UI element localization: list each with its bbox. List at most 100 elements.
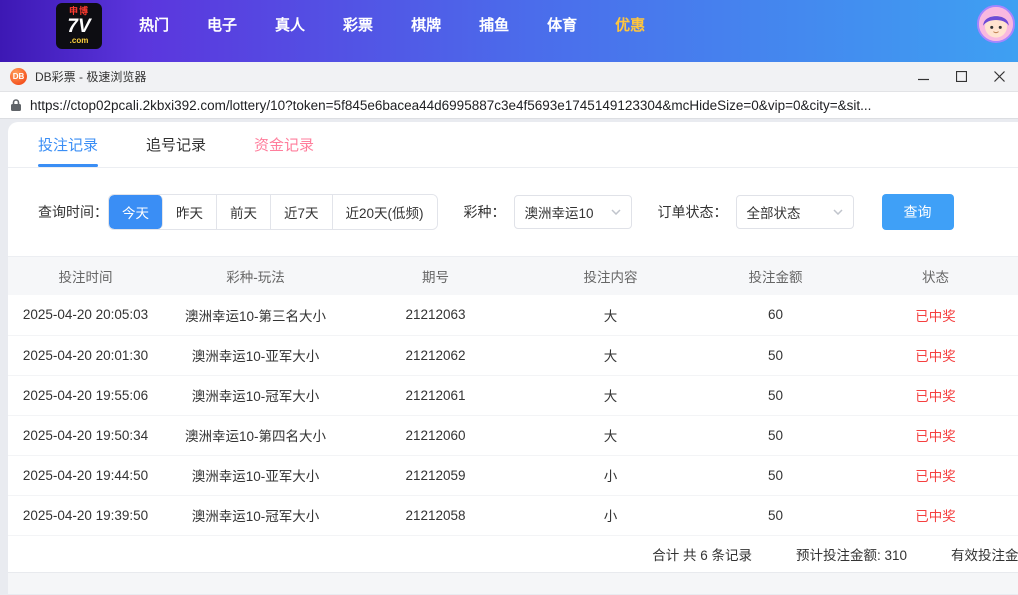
status-cell: 已中奖 — [853, 415, 1018, 456]
table-row: 2025-04-20 19:39:50 澳洲幸运10-冠军大小 21212058… — [8, 495, 1018, 536]
issue-cell: 21212062 — [348, 335, 523, 376]
search-button[interactable]: 查询 — [881, 194, 954, 230]
tab-bar: 投注记录 追号记录 资金记录 — [8, 122, 1018, 168]
tab-fund-records[interactable]: 资金记录 — [254, 122, 314, 167]
play-cell: 澳洲幸运10-冠军大小 — [163, 375, 348, 416]
content-cell: 大 — [523, 335, 698, 376]
nav-item-slots[interactable]: 电子 — [188, 14, 256, 35]
play-cell: 澳洲幸运10-第三名大小 — [163, 295, 348, 336]
lottery-select-label: 彩种： — [463, 204, 506, 220]
page-footer-strip — [8, 572, 1018, 594]
minimize-icon — [917, 78, 929, 81]
chevron-down-icon — [833, 209, 843, 215]
issue-cell: 21212063 — [348, 295, 523, 336]
logo-top-text: 申博 — [68, 6, 89, 16]
issue-cell: 21212059 — [348, 455, 523, 496]
lottery-select[interactable]: 澳洲幸运10 — [513, 195, 632, 229]
avatar-image — [979, 7, 1013, 41]
close-button[interactable] — [980, 62, 1018, 91]
logo-main-text: 7V — [67, 16, 91, 37]
status-select-value: 全部状态 — [746, 206, 801, 221]
status-cell: 已中奖 — [853, 455, 1018, 496]
top-nav: 申博 7V .com 热门 电子 真人 彩票 棋牌 捕鱼 体育 优惠 — [0, 0, 1018, 62]
header-bet-amount: 投注金额 — [698, 257, 853, 295]
table-row: 2025-04-20 19:44:50 澳洲幸运10-亚军大小 21212059… — [8, 455, 1018, 496]
site-logo[interactable]: 申博 7V .com — [56, 3, 102, 49]
time-filter-yesterday[interactable]: 昨天 — [163, 195, 217, 229]
header-bet-time: 投注时间 — [8, 257, 163, 295]
bet-time-cell: 2025-04-20 19:44:50 — [8, 455, 163, 496]
content-cell: 大 — [523, 375, 698, 416]
amount-cell: 50 — [698, 495, 853, 536]
issue-cell: 21212060 — [348, 415, 523, 456]
amount-cell: 50 — [698, 455, 853, 496]
minimize-button[interactable] — [904, 62, 942, 91]
order-status-select[interactable]: 全部状态 — [735, 195, 854, 229]
maximize-button[interactable] — [942, 62, 980, 91]
bet-records-table: 投注时间 彩种-玩法 期号 投注内容 投注金额 状态 2025-04-20 20… — [8, 257, 1018, 536]
amount-cell: 60 — [698, 295, 853, 336]
nav-item-sports[interactable]: 体育 — [528, 14, 596, 35]
bet-time-cell: 2025-04-20 19:50:34 — [8, 415, 163, 456]
amount-cell: 50 — [698, 335, 853, 376]
nav-item-lottery[interactable]: 彩票 — [324, 14, 392, 35]
close-icon — [993, 71, 1005, 82]
valid-amount-text: 有效投注金额 — [951, 547, 1018, 563]
tab-chase-records[interactable]: 追号记录 — [146, 122, 206, 167]
table-row: 2025-04-20 20:05:03 澳洲幸运10-第三名大小 2121206… — [8, 295, 1018, 336]
content-cell: 小 — [523, 495, 698, 536]
time-filter-label: 查询时间： — [38, 204, 108, 220]
time-filter-20days[interactable]: 近20天(低频) — [332, 195, 437, 229]
maximize-icon — [955, 71, 967, 82]
content-cell: 小 — [523, 455, 698, 496]
nav-item-promotions[interactable]: 优惠 — [596, 14, 664, 35]
header-lottery-play: 彩种-玩法 — [163, 257, 348, 295]
url-text[interactable]: https://ctop02pcali.2kbxi392.com/lottery… — [30, 98, 871, 113]
time-filter-group: 今天 昨天 前天 近7天 近20天(低频) — [108, 194, 438, 230]
status-cell: 已中奖 — [853, 495, 1018, 536]
time-filter-7days[interactable]: 近7天 — [271, 195, 333, 229]
amount-cell: 50 — [698, 375, 853, 416]
bet-time-cell: 2025-04-20 20:05:03 — [8, 295, 163, 336]
time-filter-today[interactable]: 今天 — [109, 195, 163, 229]
summary-bar: 合计 共 6 条记录 预计投注金额: 310 有效投注金额 — [8, 536, 1018, 573]
issue-cell: 21212061 — [348, 375, 523, 416]
content-cell: 大 — [523, 415, 698, 456]
content-cell: 大 — [523, 295, 698, 336]
play-cell: 澳洲幸运10-亚军大小 — [163, 335, 348, 376]
bet-time-cell: 2025-04-20 20:01:30 — [8, 335, 163, 376]
table-row: 2025-04-20 19:55:06 澳洲幸运10-冠军大小 21212061… — [8, 375, 1018, 416]
main-menu: 热门 电子 真人 彩票 棋牌 捕鱼 体育 优惠 — [120, 0, 664, 48]
logo-suffix-text: .com — [69, 36, 89, 45]
header-issue: 期号 — [348, 257, 523, 295]
app-icon: DB — [10, 68, 27, 85]
nav-item-hot[interactable]: 热门 — [120, 14, 188, 35]
table-row: 2025-04-20 19:50:34 澳洲幸运10-第四名大小 2121206… — [8, 415, 1018, 456]
chevron-down-icon — [611, 209, 621, 215]
play-cell: 澳洲幸运10-亚军大小 — [163, 455, 348, 496]
header-bet-content: 投注内容 — [523, 257, 698, 295]
status-cell: 已中奖 — [853, 375, 1018, 416]
issue-cell: 21212058 — [348, 495, 523, 536]
nav-item-live[interactable]: 真人 — [256, 14, 324, 35]
lottery-select-value: 澳洲幸运10 — [524, 206, 594, 221]
browser-title-bar: DB DB彩票 - 极速浏览器 — [0, 62, 1018, 92]
play-cell: 澳洲幸运10-第四名大小 — [163, 415, 348, 456]
window-title: DB彩票 - 极速浏览器 — [35, 70, 147, 84]
status-cell: 已中奖 — [853, 335, 1018, 376]
nav-item-fishing[interactable]: 捕鱼 — [460, 14, 528, 35]
address-bar[interactable]: https://ctop02pcali.2kbxi392.com/lottery… — [0, 92, 1018, 119]
bet-time-cell: 2025-04-20 19:55:06 — [8, 375, 163, 416]
table-header-row: 投注时间 彩种-玩法 期号 投注内容 投注金额 状态 — [8, 257, 1018, 295]
time-filter-day-before[interactable]: 前天 — [217, 195, 271, 229]
table-row: 2025-04-20 20:01:30 澳洲幸运10-亚军大小 21212062… — [8, 335, 1018, 376]
nav-item-board-games[interactable]: 棋牌 — [392, 14, 460, 35]
avatar[interactable] — [977, 5, 1015, 43]
tab-bet-records[interactable]: 投注记录 — [38, 122, 99, 167]
browser-window: DB DB彩票 - 极速浏览器 https://ctop02pcali.2kbx… — [0, 62, 1018, 595]
lock-icon[interactable] — [10, 98, 22, 112]
record-count-text: 合计 共 6 条记录 — [652, 547, 752, 563]
lottery-records-page: 投注记录 追号记录 资金记录 查询时间： 今天 昨天 前天 近7天 近20天(低… — [8, 122, 1018, 594]
header-status: 状态 — [853, 257, 1018, 295]
filter-bar: 查询时间： 今天 昨天 前天 近7天 近20天(低频) 彩种： 澳洲幸运10 订… — [8, 168, 1018, 257]
